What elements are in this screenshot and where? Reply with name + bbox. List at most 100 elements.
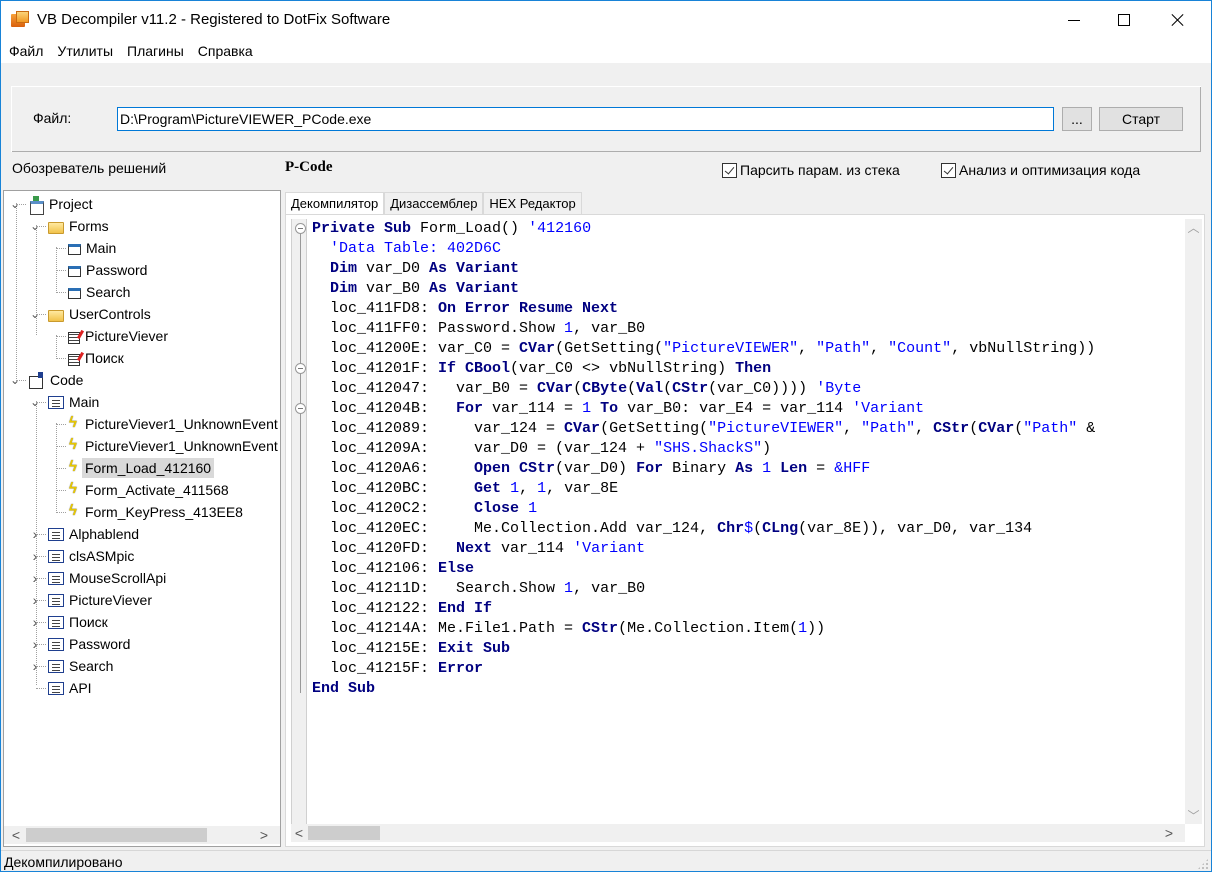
code-vertical-scrollbar[interactable]: ︿ ﹀ <box>1185 219 1202 824</box>
tree-item-label: PictureViever <box>69 592 153 608</box>
expand-chevron-icon[interactable]: › <box>30 658 40 674</box>
tree-item[interactable]: PictureViever <box>68 325 171 347</box>
code-token: loc_4120A6: <box>312 460 475 477</box>
event-icon <box>68 436 80 453</box>
tree-item[interactable]: Alphablend <box>48 523 142 545</box>
code-token: CVar <box>519 340 556 357</box>
collapse-chevron-icon[interactable]: ⌄ <box>10 197 20 211</box>
resize-grip-icon[interactable] <box>1197 858 1209 870</box>
tree-item-label: Main <box>69 394 100 410</box>
tree-item[interactable]: Main <box>68 237 119 259</box>
code-line: loc_412089: var_124 = CVar(GetSetting("P… <box>312 419 1095 439</box>
code-token: ( <box>627 380 637 397</box>
code-token: ( <box>969 420 979 437</box>
tab-decompiler[interactable]: Декомпилятор <box>285 192 385 215</box>
tree-item[interactable]: MouseScrollApi <box>48 567 169 589</box>
tree-item[interactable]: UserControls <box>48 303 154 325</box>
fold-toggle-icon[interactable] <box>295 363 306 374</box>
tree-item[interactable]: clsASMpic <box>48 545 137 567</box>
tree-guide-line <box>56 468 66 469</box>
code-token: "Path" <box>1023 420 1078 437</box>
window-title: VB Decompiler v11.2 - Registered to DotF… <box>37 11 391 28</box>
expand-chevron-icon[interactable]: › <box>30 570 40 586</box>
scroll-right-icon[interactable]: > <box>256 826 272 844</box>
tree-item[interactable]: Main <box>48 391 102 413</box>
code-token: ( <box>753 520 763 537</box>
fold-toggle-icon[interactable] <box>295 403 306 414</box>
tree-guide-line <box>56 512 66 513</box>
module-icon <box>48 659 64 673</box>
fold-toggle-icon[interactable] <box>295 223 306 234</box>
scroll-up-icon[interactable]: ︿ <box>1185 219 1202 236</box>
parse-stack-params-checkbox[interactable]: Парсить парам. из стека <box>722 162 900 178</box>
code-token: CStr <box>933 420 970 437</box>
tree-item[interactable]: Form_Load_412160 <box>68 457 215 479</box>
code-token: Val <box>636 380 664 397</box>
solution-tree[interactable]: ⌄ Project ⌄ Forms Main Password Search ⌄ UserCon… <box>3 190 281 847</box>
browse-button[interactable]: ... <box>1062 107 1092 131</box>
tree-horizontal-scrollbar[interactable]: < > <box>4 826 280 844</box>
code-optimization-checkbox[interactable]: Анализ и оптимизация кода <box>941 162 1140 178</box>
code-line: loc_41200E: var_C0 = CVar(GetSetting("Pi… <box>312 339 1095 359</box>
menu-plugins[interactable]: Плагины <box>120 39 191 63</box>
app-icon <box>11 11 29 27</box>
code-token: Binary <box>663 460 736 477</box>
collapse-chevron-icon[interactable]: ⌄ <box>30 307 40 321</box>
tree-item-label: Main <box>86 240 117 256</box>
menu-file[interactable]: Файл <box>2 39 50 63</box>
collapse-chevron-icon[interactable]: ⌄ <box>30 219 40 233</box>
collapse-chevron-icon[interactable]: ⌄ <box>10 373 20 387</box>
tree-item[interactable]: Password <box>48 633 133 655</box>
code-token: Private Sub <box>312 220 412 237</box>
expand-chevron-icon[interactable]: › <box>30 636 40 652</box>
maximize-button[interactable] <box>1101 1 1147 39</box>
code-token: , var_B0 <box>573 580 646 597</box>
code-token: 1 <box>762 460 772 477</box>
menu-help[interactable]: Справка <box>191 39 260 63</box>
tree-item[interactable]: PictureViever1_UnknownEvent <box>68 435 280 457</box>
expand-chevron-icon[interactable]: › <box>30 526 40 542</box>
tab-hex-editor[interactable]: HEX Редактор <box>483 192 582 214</box>
file-path-input[interactable]: D:\Program\PictureVIEWER_PCode.exe <box>117 107 1054 131</box>
tree-item[interactable]: Search <box>48 655 116 677</box>
code-token: (GetSetting( <box>600 420 709 437</box>
tree-item[interactable]: Password <box>68 259 150 281</box>
scroll-left-icon[interactable]: < <box>8 826 24 844</box>
tree-item-label: Form_Load_412160 <box>82 458 215 478</box>
tree-item[interactable]: Project <box>28 193 96 215</box>
code-token: Else <box>438 560 475 577</box>
code-line: loc_4120FD: Next var_114 'Variant <box>312 539 1095 559</box>
minimize-button[interactable] <box>1051 1 1097 39</box>
expand-chevron-icon[interactable]: › <box>30 592 40 608</box>
expand-chevron-icon[interactable]: › <box>30 614 40 630</box>
tab-disassembler[interactable]: Дизассемблер <box>384 192 484 214</box>
scroll-left-icon[interactable]: < <box>291 824 307 842</box>
scrollbar-thumb[interactable] <box>26 828 207 842</box>
tree-item[interactable]: Поиск <box>68 347 127 369</box>
tree-item[interactable]: Search <box>68 281 133 303</box>
code-horizontal-scrollbar[interactable]: < > <box>291 824 1185 842</box>
code-token: , <box>798 340 817 357</box>
code-token: "PictureVIEWER" <box>708 420 844 437</box>
scroll-down-icon[interactable]: ﹀ <box>1185 807 1202 824</box>
start-button[interactable]: Старт <box>1099 107 1183 131</box>
code-token: , <box>519 480 538 497</box>
scrollbar-thumb[interactable] <box>308 826 380 840</box>
scroll-right-icon[interactable]: > <box>1161 824 1177 842</box>
tree-item[interactable]: API <box>48 677 95 699</box>
tree-item[interactable]: Form_Activate_411568 <box>68 479 232 501</box>
collapse-chevron-icon[interactable]: ⌄ <box>30 395 40 409</box>
tree-item[interactable]: Form_KeyPress_413EE8 <box>68 501 246 523</box>
code-token: Get <box>474 480 502 497</box>
tree-item[interactable]: Поиск <box>48 611 111 633</box>
code-editor[interactable]: Private Sub Form_Load() '412160 'Data Ta… <box>285 214 1205 847</box>
tree-item[interactable]: PictureViever <box>48 589 155 611</box>
menu-utilities[interactable]: Утилиты <box>50 39 120 63</box>
expand-chevron-icon[interactable]: › <box>30 548 40 564</box>
code-token: To <box>600 400 619 417</box>
tree-item[interactable]: Forms <box>48 215 112 237</box>
tree-item[interactable]: PictureViever1_UnknownEvent <box>68 413 280 435</box>
close-button[interactable] <box>1155 1 1201 39</box>
tree-item[interactable]: Code <box>28 369 86 391</box>
